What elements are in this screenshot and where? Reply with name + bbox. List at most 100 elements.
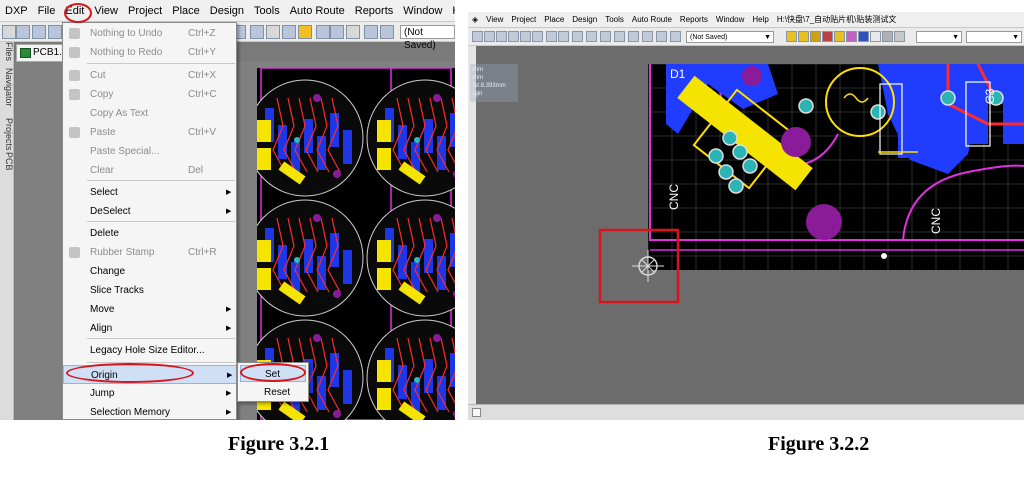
toolbar-tool-icon[interactable] xyxy=(472,31,483,42)
toolbar-tool-icon[interactable] xyxy=(346,25,360,39)
edit-menu-item-change[interactable]: Change xyxy=(63,262,236,281)
edit-menu-item-align[interactable]: Align ▶ xyxy=(63,319,236,338)
toolbar-tool-icon[interactable] xyxy=(558,31,569,42)
toolbar-tool-icon[interactable] xyxy=(656,31,667,42)
toolbar-tool-icon[interactable] xyxy=(586,31,597,42)
toolbar-tool-icon[interactable] xyxy=(614,31,625,42)
bottom-trace xyxy=(343,130,352,164)
side-tab-projects[interactable]: Projects xyxy=(0,118,14,151)
menu-help[interactable]: Help xyxy=(447,0,455,22)
menu-tools[interactable]: Tools xyxy=(249,0,285,22)
toolbar-tool-icon[interactable] xyxy=(572,31,583,42)
menu-auto-route[interactable]: Auto Route xyxy=(628,15,676,24)
toolbar-tool-icon[interactable] xyxy=(16,25,30,39)
edit-menu-item-jump[interactable]: Jump ▶ xyxy=(63,384,236,403)
submenu-arrow-icon: ▶ xyxy=(226,409,232,416)
toolbar-tool-icon[interactable] xyxy=(846,31,857,42)
menu-design[interactable]: Design xyxy=(205,0,249,22)
menu-item-shortcut: Del xyxy=(188,165,204,176)
toolbar-tool-icon[interactable] xyxy=(364,25,378,39)
edit-menu-item-copy[interactable]: Copy Ctrl+C xyxy=(63,85,236,104)
side-tab-files[interactable]: Files xyxy=(0,42,14,61)
toolbar-tool-icon[interactable] xyxy=(508,31,519,42)
menu-view[interactable]: View xyxy=(482,15,507,24)
menu-reports[interactable]: Reports xyxy=(350,0,399,22)
edit-menu-item-move[interactable]: Move ▶ xyxy=(63,300,236,319)
menu-file[interactable]: File xyxy=(33,0,61,22)
edit-menu-item-nothing-to-undo[interactable]: Nothing to Undo Ctrl+Z xyxy=(63,24,236,43)
edit-menu-item-legacy-hole-size-editor[interactable]: Legacy Hole Size Editor... xyxy=(63,341,236,360)
menu-design[interactable]: Design xyxy=(568,15,601,24)
toolbar-tool-icon[interactable] xyxy=(628,31,639,42)
bottom-trace xyxy=(343,370,352,404)
document-status-combo[interactable]: (Not Saved) xyxy=(400,25,455,51)
origin-submenu-item-reset[interactable]: Reset xyxy=(240,384,306,401)
toolbar-tool-icon[interactable] xyxy=(546,31,557,42)
menu-auto-route[interactable]: Auto Route xyxy=(285,0,350,22)
edit-menu-item-paste[interactable]: Paste Ctrl+V xyxy=(63,123,236,142)
edit-menu-item-rubber-stamp[interactable]: Rubber Stamp Ctrl+R xyxy=(63,243,236,262)
edit-menu-item-deselect[interactable]: DeSelect ▶ xyxy=(63,202,236,221)
menu-project[interactable]: Project xyxy=(507,15,540,24)
menu-tools[interactable]: Tools xyxy=(601,15,628,24)
toolbar-tool-icon[interactable] xyxy=(316,25,330,39)
toolbar-tool-icon[interactable] xyxy=(670,31,681,42)
toolbar-tool-icon[interactable] xyxy=(48,25,62,39)
menu-help[interactable]: Help xyxy=(748,15,772,24)
menu-reports[interactable]: Reports xyxy=(676,15,712,24)
toolbar-tool-icon[interactable] xyxy=(32,25,46,39)
edit-menu-item-delete[interactable]: Delete xyxy=(63,224,236,243)
menu-window[interactable]: Window xyxy=(712,15,748,24)
pcb-board xyxy=(366,199,455,317)
toolbar-tool-icon[interactable] xyxy=(250,25,264,39)
menu-project[interactable]: Project xyxy=(123,0,167,22)
menu-window[interactable]: Window xyxy=(398,0,447,22)
toolbar-tool-icon[interactable] xyxy=(266,25,280,39)
toolbar-tool-icon[interactable] xyxy=(786,31,797,42)
edit-menu-item-paste-special[interactable]: Paste Special... xyxy=(63,142,236,161)
toolbar-tool-icon[interactable] xyxy=(870,31,881,42)
toolbar-tool-icon[interactable] xyxy=(484,31,495,42)
toolbar-tool-icon[interactable] xyxy=(858,31,869,42)
edit-menu-item-copy-as-text[interactable]: Copy As Text xyxy=(63,104,236,123)
toolbar-tool-icon[interactable] xyxy=(810,31,821,42)
side-tab-pcb[interactable]: PCB xyxy=(0,152,14,171)
menu-view[interactable]: View xyxy=(89,0,123,22)
document-tab-pcb1[interactable]: PCB1.P xyxy=(16,44,68,62)
menu-dxp[interactable]: DXP xyxy=(0,0,33,22)
toolbar-tool-icon[interactable] xyxy=(798,31,809,42)
layer-combo[interactable]: ▼ xyxy=(916,31,962,43)
edit-menu-item-select[interactable]: Select ▶ xyxy=(63,183,236,202)
toolbar-tool-icon[interactable] xyxy=(520,31,531,42)
toolbar-tool-icon[interactable] xyxy=(2,25,16,39)
menu-place[interactable]: Place xyxy=(540,15,568,24)
toolbar-tool-icon[interactable] xyxy=(642,31,653,42)
pcb-canvas-zoomed[interactable]: CNC CNC D1 C3 xyxy=(648,64,1024,270)
toolbar-tool-icon[interactable] xyxy=(822,31,833,42)
toolbar-tool-icon[interactable] xyxy=(282,25,296,39)
hud-line: igin xyxy=(473,91,483,97)
toolbar-tool-icon[interactable] xyxy=(496,31,507,42)
through-hole-pad xyxy=(742,158,758,174)
edit-menu-item-selection-memory[interactable]: Selection Memory ▶ xyxy=(63,403,236,419)
toolbar-tool-icon[interactable] xyxy=(894,31,905,42)
edit-menu-item-nothing-to-redo[interactable]: Nothing to Redo Ctrl+Y xyxy=(63,43,236,62)
edit-menu-item-clear[interactable]: Clear Del xyxy=(63,161,236,180)
toolbar-tool-icon[interactable] xyxy=(882,31,893,42)
side-tab-navigator[interactable]: Navigator xyxy=(0,68,14,107)
toolbar-tool-icon[interactable] xyxy=(330,25,344,39)
toolbar-tool-icon[interactable] xyxy=(600,31,611,42)
grid-combo[interactable]: ▼ xyxy=(966,31,1022,43)
via xyxy=(313,214,321,222)
menu-place[interactable]: Place xyxy=(167,0,205,22)
origin-item-highlight-ring xyxy=(66,363,194,383)
via xyxy=(433,94,441,102)
edit-menu-item-cut[interactable]: Cut Ctrl+X xyxy=(63,66,236,85)
toolbar-tool-icon[interactable] xyxy=(298,25,312,39)
document-status-combo[interactable]: (Not Saved) ▼ xyxy=(686,31,774,43)
menu-item-icon xyxy=(69,70,80,81)
edit-menu-item-slice-tracks[interactable]: Slice Tracks xyxy=(63,281,236,300)
toolbar-tool-icon[interactable] xyxy=(834,31,845,42)
toolbar-tool-icon[interactable] xyxy=(380,25,394,39)
toolbar-tool-icon[interactable] xyxy=(532,31,543,42)
